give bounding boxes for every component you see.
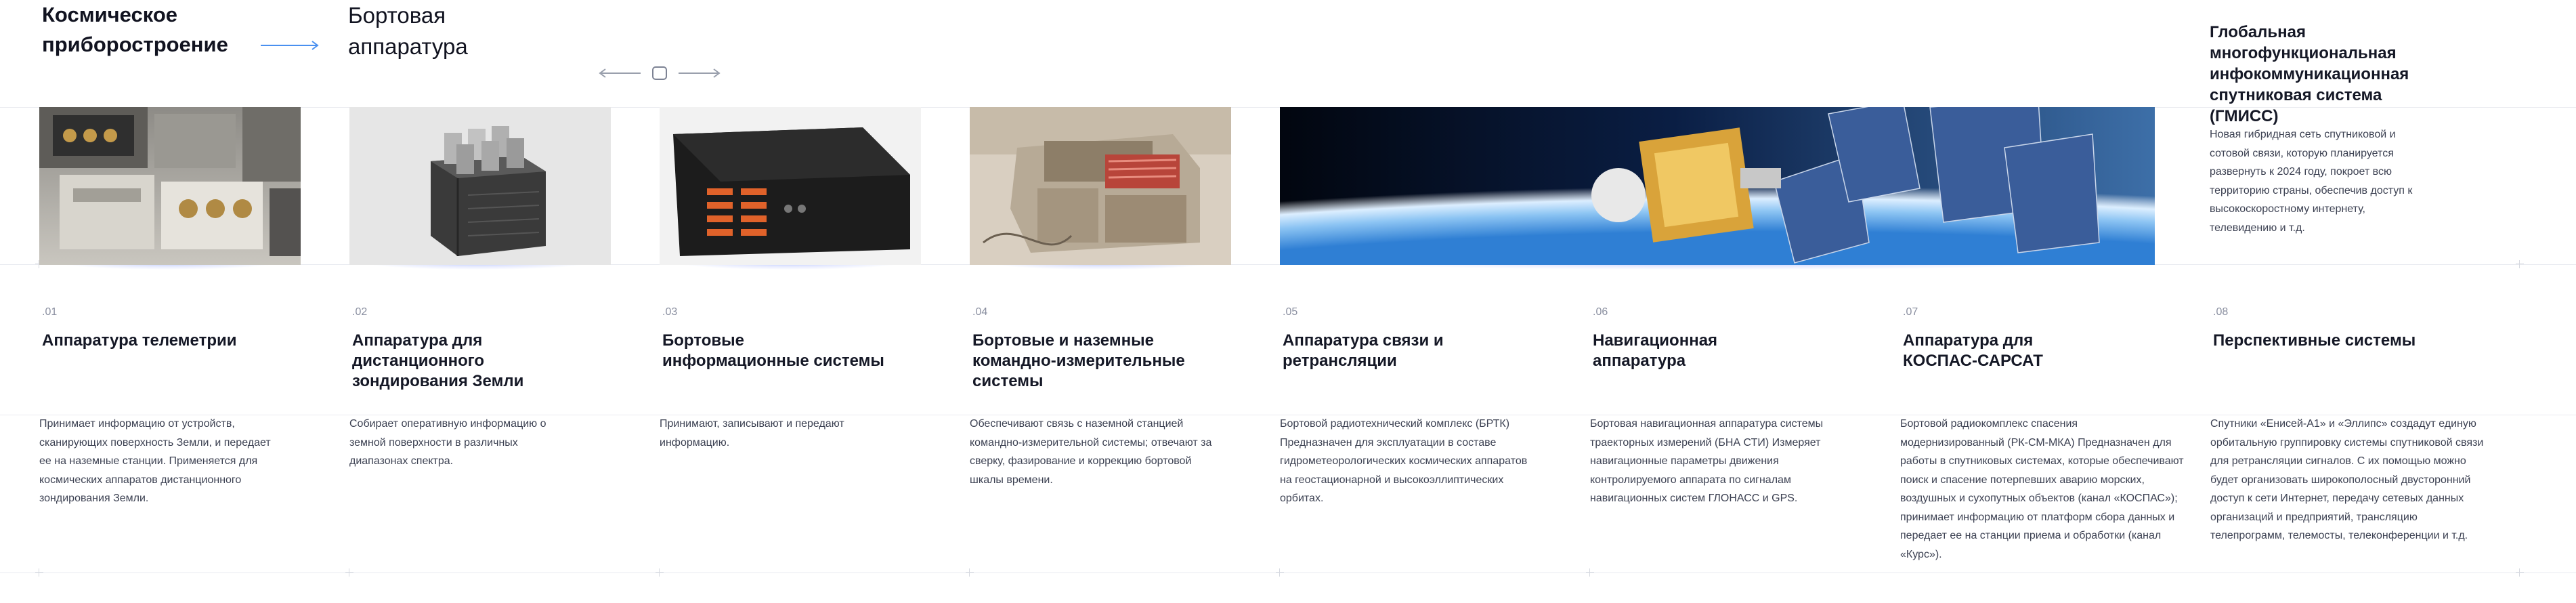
image-onboard-information-systems[interactable] bbox=[660, 107, 921, 265]
item-description: Принимают, записывают и передают информа… bbox=[660, 418, 844, 449]
item-description: Обеспечивают связь с наземной станцией к… bbox=[970, 418, 1212, 486]
item-description: Собирает оперативную информацию о земной… bbox=[349, 418, 546, 467]
item-number: .06 bbox=[1593, 306, 1608, 318]
item-number: .03 bbox=[662, 306, 678, 318]
section-brand-title[interactable]: Космическое приборостроение bbox=[42, 0, 245, 60]
item-description: Бортовой радиокомплекс спасения модерниз… bbox=[1900, 418, 2184, 560]
item-title[interactable]: Бортовые и наземные командно-измерительн… bbox=[972, 331, 1216, 392]
item-description: Спутники «Енисей-А1» и «Эллипс» создадут… bbox=[2210, 418, 2484, 541]
item-title[interactable]: Бортовые информационные системы bbox=[662, 331, 886, 371]
item-title[interactable]: Перспективные системы bbox=[2213, 331, 2457, 351]
item-description: Принимает информацию от устройств, скани… bbox=[39, 418, 271, 504]
grid-cross bbox=[1276, 568, 1284, 577]
image-telemetry-equipment[interactable] bbox=[39, 107, 301, 265]
image-remote-sensing-equipment[interactable] bbox=[349, 107, 611, 265]
item-number: .08 bbox=[2213, 306, 2229, 318]
item-number: .05 bbox=[1283, 306, 1298, 318]
grid-cross bbox=[1586, 568, 1594, 577]
item-title[interactable]: Аппаратура для КОСПАС-САРСАТ bbox=[1903, 331, 2072, 371]
item-title[interactable]: Навигационная аппаратура bbox=[1593, 331, 1742, 371]
item-number: .04 bbox=[972, 306, 988, 318]
grid-cross bbox=[2516, 260, 2524, 268]
item-number: .02 bbox=[352, 306, 368, 318]
item-title[interactable]: Аппаратура связи и ретрансляции bbox=[1283, 331, 1445, 371]
grid-cross bbox=[345, 568, 353, 577]
item-description: Бортовой радиотехнический комплекс (БРТК… bbox=[1280, 418, 1528, 504]
breadcrumb-current: Бортовая аппаратура bbox=[348, 3, 468, 59]
image-command-measurement-systems[interactable] bbox=[970, 107, 1231, 265]
item-title[interactable]: Аппаратура телеметрии bbox=[42, 331, 293, 351]
item-description: Бортовая навигационная аппаратура систем… bbox=[1590, 418, 1824, 504]
grid-cross bbox=[2516, 568, 2524, 577]
item-number: .01 bbox=[42, 306, 58, 318]
item-number: .07 bbox=[1903, 306, 1918, 318]
image-satellite-banner[interactable] bbox=[1280, 107, 2155, 265]
grid-cross bbox=[966, 568, 974, 577]
featured-description: Новая гибридная сеть спутниковой и сотов… bbox=[2210, 129, 2413, 234]
featured-title[interactable]: Глобальная многофункциональная инфокомму… bbox=[2210, 22, 2433, 127]
item-title[interactable]: Аппаратура для дистанционного зондирован… bbox=[352, 331, 532, 392]
next-arrow-icon[interactable] bbox=[679, 68, 721, 78]
grid-cross bbox=[656, 568, 664, 577]
grid-cross bbox=[35, 568, 43, 577]
carousel-pager[interactable] bbox=[596, 64, 725, 83]
carousel-indicator[interactable] bbox=[652, 66, 667, 80]
prev-arrow-icon[interactable] bbox=[599, 68, 641, 78]
arrow-right-icon bbox=[261, 41, 319, 50]
